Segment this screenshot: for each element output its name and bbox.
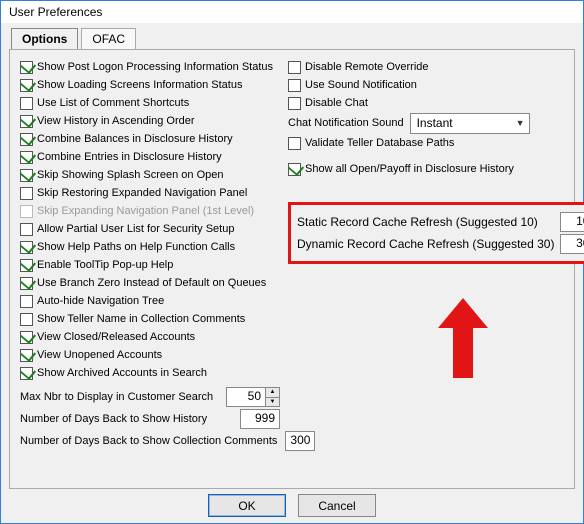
chk-view-unopened[interactable] <box>20 349 33 362</box>
chk-validate-teller-paths[interactable] <box>288 137 301 150</box>
window-title: User Preferences <box>1 1 583 23</box>
lbl-combine-entries: Combine Entries in Disclosure History <box>37 148 222 166</box>
chk-allow-partial-user[interactable] <box>20 223 33 236</box>
lbl-disable-chat: Disable Chat <box>305 94 368 112</box>
chevron-down-icon: ▼ <box>516 114 525 132</box>
cancel-button[interactable]: Cancel <box>298 494 376 517</box>
input-dynamic-cache[interactable]: 30 <box>560 234 584 254</box>
lbl-show-archived: Show Archived Accounts in Search <box>37 364 207 382</box>
options-right-column: Disable Remote Override Use Sound Notifi… <box>288 58 584 452</box>
lbl-skip-splash: Skip Showing Splash Screen on Open <box>37 166 224 184</box>
lbl-combine-balances: Combine Balances in Disclosure History <box>37 130 233 148</box>
chk-view-history-asc[interactable] <box>20 115 33 128</box>
lbl-skip-expand-nav: Skip Expanding Navigation Panel (1st Lev… <box>37 202 254 220</box>
chk-disable-remote[interactable] <box>288 61 301 74</box>
select-chat-sound[interactable]: Instant ▼ <box>410 113 530 134</box>
lbl-max-nbr: Max Nbr to Display in Customer Search <box>20 391 218 403</box>
chk-show-post-logon[interactable] <box>20 61 33 74</box>
lbl-days-collection: Number of Days Back to Show Collection C… <box>20 435 277 447</box>
input-max-nbr[interactable]: 50 <box>226 387 266 407</box>
lbl-autohide-nav: Auto-hide Navigation Tree <box>37 292 164 310</box>
chk-show-loading-screens[interactable] <box>20 79 33 92</box>
chk-combine-entries[interactable] <box>20 151 33 164</box>
tab-ofac[interactable]: OFAC <box>81 28 136 49</box>
lbl-view-closed: View Closed/Released Accounts <box>37 328 195 346</box>
lbl-days-history: Number of Days Back to Show History <box>20 413 232 425</box>
select-chat-sound-value: Instant <box>417 114 453 132</box>
lbl-validate-teller-paths: Validate Teller Database Paths <box>305 134 454 152</box>
chevron-down-icon[interactable]: ▼ <box>266 398 279 407</box>
chk-teller-name-collection[interactable] <box>20 313 33 326</box>
chk-branch-zero[interactable] <box>20 277 33 290</box>
lbl-comment-shortcuts: Use List of Comment Shortcuts <box>37 94 189 112</box>
lbl-view-unopened: View Unopened Accounts <box>37 346 162 364</box>
lbl-disable-remote: Disable Remote Override <box>305 58 429 76</box>
spinner-max-nbr[interactable]: ▲▼ <box>266 387 280 407</box>
lbl-use-sound: Use Sound Notification <box>305 76 417 94</box>
chk-skip-splash[interactable] <box>20 169 33 182</box>
chk-comment-shortcuts[interactable] <box>20 97 33 110</box>
tab-panel-options: Show Post Logon Processing Information S… <box>9 49 575 489</box>
chevron-up-icon[interactable]: ▲ <box>266 388 279 398</box>
tab-options[interactable]: Options <box>11 28 78 49</box>
chk-show-help-paths[interactable] <box>20 241 33 254</box>
dialog-buttons: OK Cancel <box>1 494 583 517</box>
lbl-view-history-asc: View History in Ascending Order <box>37 112 195 130</box>
lbl-show-post-logon: Show Post Logon Processing Information S… <box>37 58 273 76</box>
chk-autohide-nav[interactable] <box>20 295 33 308</box>
ok-button[interactable]: OK <box>208 494 286 517</box>
lbl-dynamic-cache: Dynamic Record Cache Refresh (Suggested … <box>297 237 554 251</box>
tab-strip: Options OFAC <box>11 27 583 49</box>
lbl-branch-zero: Use Branch Zero Instead of Default on Qu… <box>37 274 266 292</box>
annotation-arrow-icon <box>438 298 488 378</box>
lbl-teller-name-collection: Show Teller Name in Collection Comments <box>37 310 245 328</box>
lbl-chat-sound: Chat Notification Sound <box>288 114 404 132</box>
chk-show-open-payoff[interactable] <box>288 163 301 176</box>
lbl-static-cache: Static Record Cache Refresh (Suggested 1… <box>297 215 554 229</box>
cache-refresh-highlight-box: Static Record Cache Refresh (Suggested 1… <box>288 202 584 264</box>
lbl-show-help-paths: Show Help Paths on Help Function Calls <box>37 238 235 256</box>
lbl-show-loading-screens: Show Loading Screens Information Status <box>37 76 242 94</box>
input-days-history[interactable]: 999 <box>240 409 280 429</box>
options-left-column: Show Post Logon Processing Information S… <box>20 58 280 452</box>
chk-enable-tooltip[interactable] <box>20 259 33 272</box>
chk-combine-balances[interactable] <box>20 133 33 146</box>
chk-show-archived[interactable] <box>20 367 33 380</box>
user-preferences-window: User Preferences Options OFAC Show Post … <box>0 0 584 524</box>
chk-skip-expand-nav <box>20 205 33 218</box>
chk-view-closed[interactable] <box>20 331 33 344</box>
lbl-skip-restore-nav: Skip Restoring Expanded Navigation Panel <box>37 184 247 202</box>
lbl-show-open-payoff: Show all Open/Payoff in Disclosure Histo… <box>305 160 514 178</box>
input-static-cache[interactable]: 10 <box>560 212 584 232</box>
chk-use-sound[interactable] <box>288 79 301 92</box>
lbl-enable-tooltip: Enable ToolTip Pop-up Help <box>37 256 173 274</box>
chk-skip-restore-nav[interactable] <box>20 187 33 200</box>
lbl-allow-partial-user: Allow Partial User List for Security Set… <box>37 220 234 238</box>
chk-disable-chat[interactable] <box>288 97 301 110</box>
